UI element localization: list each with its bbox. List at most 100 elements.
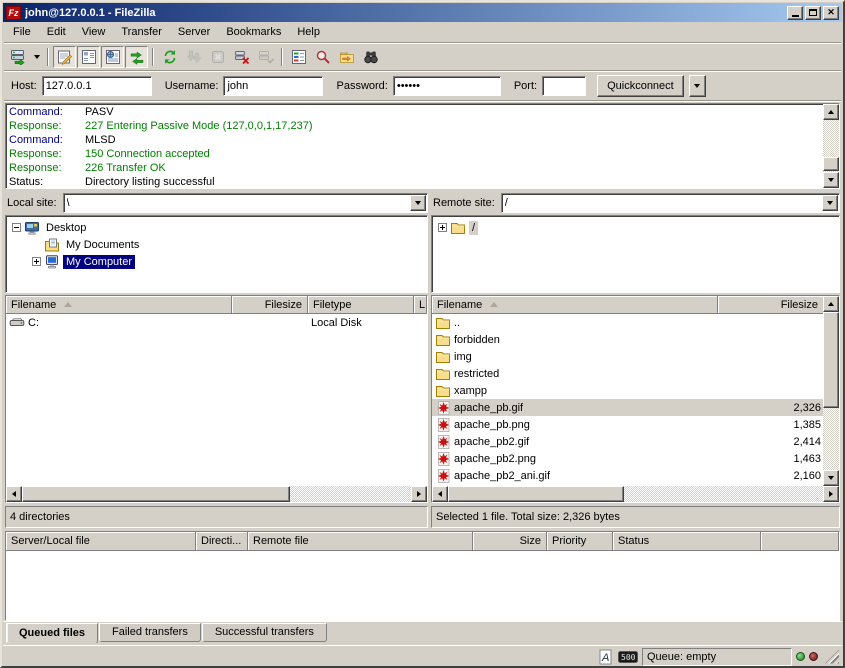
compare-button[interactable] <box>311 46 334 68</box>
tree-label: / <box>469 221 478 235</box>
scroll-down-button[interactable] <box>823 172 839 188</box>
file-row-apache-pb2-ani-gif[interactable]: apache_pb2_ani.gif2,160 <box>432 467 823 484</box>
column-header-filesize[interactable]: Filesize <box>232 296 308 314</box>
tree-item-empty[interactable]: / <box>432 219 839 236</box>
column-header-filesize[interactable]: Filesize <box>718 296 823 314</box>
menu-view[interactable]: View <box>74 24 114 40</box>
column-header-filename[interactable]: Filename <box>6 296 232 314</box>
menu-file[interactable]: File <box>5 24 39 40</box>
scroll-track[interactable] <box>22 486 411 502</box>
queue-column-size[interactable]: Size <box>473 532 547 551</box>
transfer-queue-button[interactable] <box>125 46 148 68</box>
file-row-apache-pb2-png[interactable]: apache_pb2.png1,463 <box>432 450 823 467</box>
scroll-left-button[interactable] <box>432 486 448 502</box>
port-input[interactable] <box>543 78 585 94</box>
file-row-empty[interactable]: .. <box>432 314 823 331</box>
scroll-track[interactable] <box>823 120 839 172</box>
password-input[interactable] <box>394 78 500 94</box>
file-row-apache-pb-png[interactable]: apache_pb.png1,385 <box>432 416 823 433</box>
tree-item-my-documents[interactable]: My Documents <box>6 236 427 253</box>
scroll-right-button[interactable] <box>823 486 839 502</box>
tab-successful-transfers[interactable]: Successful transfers <box>202 623 327 642</box>
column-header-filename[interactable]: Filename <box>432 296 718 314</box>
local-site-dropdown-button[interactable] <box>410 195 426 211</box>
remote-site-input[interactable] <box>502 195 821 211</box>
cell-text: forbidden <box>454 334 500 346</box>
host-field-wrap <box>42 76 152 96</box>
queue-column-status[interactable]: Status <box>613 532 761 551</box>
menu-help[interactable]: Help <box>289 24 328 40</box>
reconnect-icon <box>258 49 274 65</box>
tree-label: My Computer <box>63 255 135 269</box>
menu-server[interactable]: Server <box>170 24 218 40</box>
scroll-down-button[interactable] <box>823 470 839 486</box>
find-files-button[interactable] <box>359 46 382 68</box>
scroll-thumb[interactable] <box>22 486 290 502</box>
host-input[interactable] <box>43 78 151 94</box>
close-button[interactable]: ✕ <box>823 6 839 20</box>
chevron-down-icon <box>415 201 421 205</box>
filter-button[interactable] <box>287 46 310 68</box>
cell-text: apache_pb2.png <box>454 453 536 465</box>
host-label: Host: <box>11 80 37 92</box>
scroll-right-button[interactable] <box>411 486 427 502</box>
message-log-button[interactable] <box>53 46 76 68</box>
queue-column-priority[interactable]: Priority <box>547 532 613 551</box>
username-input[interactable] <box>224 78 322 94</box>
queue-column-server-local-file[interactable]: Server/Local file <box>6 532 196 551</box>
file-row-apache-pb2-gif[interactable]: apache_pb2.gif2,414 <box>432 433 823 450</box>
file-row-restricted[interactable]: restricted <box>432 365 823 382</box>
collapse-minus-icon[interactable] <box>12 223 21 232</box>
local-tree-button[interactable] <box>77 46 100 68</box>
remote-horizontal-scrollbar[interactable] <box>432 486 839 502</box>
file-row-xampp[interactable]: xampp <box>432 382 823 399</box>
scroll-up-button[interactable] <box>823 104 839 120</box>
sync-browsing-button[interactable] <box>335 46 358 68</box>
file-row-c[interactable]: C:Local Disk <box>6 314 427 331</box>
file-row-img[interactable]: img <box>432 348 823 365</box>
menu-bookmarks[interactable]: Bookmarks <box>218 24 289 40</box>
site-manager-button[interactable] <box>6 46 29 68</box>
menu-edit[interactable]: Edit <box>39 24 74 40</box>
port-label: Port: <box>514 80 537 92</box>
queue-column-empty[interactable] <box>761 532 839 551</box>
tab-queued-files[interactable]: Queued files <box>6 623 98 644</box>
cell-text: .. <box>454 317 460 329</box>
scroll-left-button[interactable] <box>6 486 22 502</box>
expand-plus-icon[interactable] <box>438 223 447 232</box>
file-row-apache-pb-gif[interactable]: apache_pb.gif2,326 <box>432 399 823 416</box>
queue-column-remote-file[interactable]: Remote file <box>248 532 473 551</box>
cell: forbidden <box>432 331 718 348</box>
refresh-button[interactable] <box>158 46 181 68</box>
quickconnect-dropdown-button[interactable] <box>689 75 706 97</box>
log-vertical-scrollbar[interactable] <box>823 104 839 188</box>
remote-tree-button[interactable] <box>101 46 124 68</box>
local-horizontal-scrollbar[interactable] <box>6 486 427 502</box>
remote-vertical-scrollbar[interactable] <box>823 296 839 486</box>
quickconnect-button[interactable]: Quickconnect <box>597 75 684 97</box>
cell-text: apache_pb.gif <box>454 402 523 414</box>
column-header-l[interactable]: L <box>414 296 427 314</box>
scroll-track[interactable] <box>823 312 839 470</box>
queue-column-directi[interactable]: Directi... <box>196 532 248 551</box>
remote-site-dropdown-button[interactable] <box>822 195 838 211</box>
disconnect-button[interactable] <box>230 46 253 68</box>
tab-failed-transfers[interactable]: Failed transfers <box>99 623 201 642</box>
site-manager-dropdown-button[interactable] <box>30 46 43 68</box>
scroll-thumb[interactable] <box>823 312 839 408</box>
maximize-button[interactable] <box>805 6 821 20</box>
queue-list[interactable] <box>6 551 839 620</box>
expand-plus-icon[interactable] <box>32 257 41 266</box>
scroll-track[interactable] <box>448 486 823 502</box>
tree-item-desktop[interactable]: Desktop <box>6 219 427 236</box>
resize-grip[interactable] <box>825 650 839 664</box>
scroll-thumb[interactable] <box>823 157 839 171</box>
scroll-thumb[interactable] <box>448 486 624 502</box>
minimize-button[interactable] <box>787 6 803 20</box>
tree-item-my-computer[interactable]: My Computer <box>6 253 427 270</box>
local-site-input[interactable] <box>64 195 409 211</box>
menu-transfer[interactable]: Transfer <box>113 24 170 40</box>
column-header-filetype[interactable]: Filetype <box>308 296 414 314</box>
file-row-forbidden[interactable]: forbidden <box>432 331 823 348</box>
scroll-up-button[interactable] <box>823 296 839 312</box>
